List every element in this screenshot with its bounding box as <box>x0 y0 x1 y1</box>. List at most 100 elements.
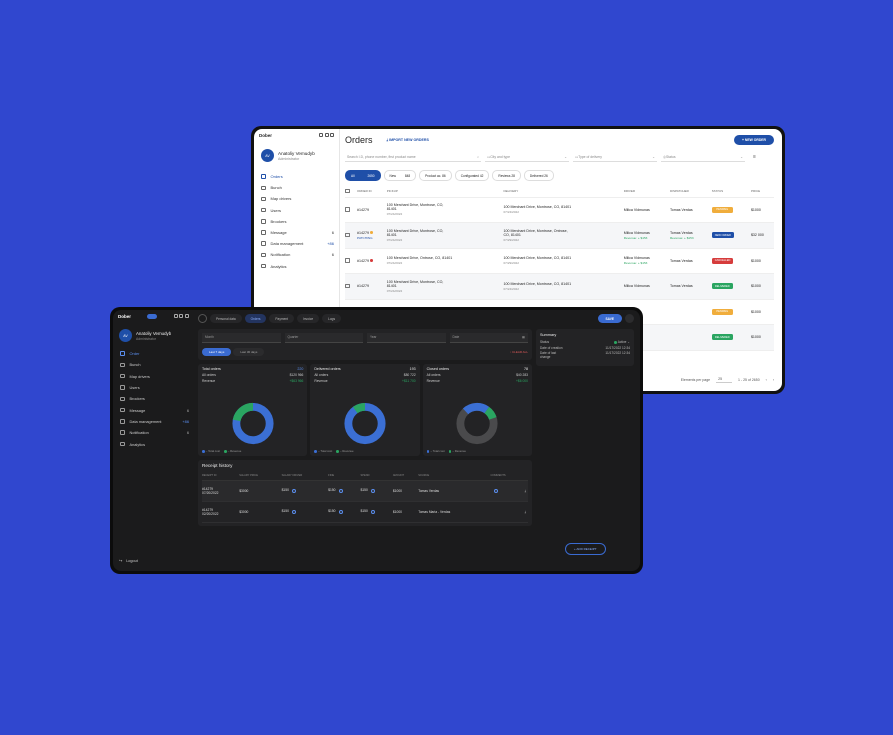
year-select[interactable]: Year <box>367 333 446 343</box>
status-badge: PENDING <box>711 206 733 213</box>
tab-reviews[interactable]: Reviews 28 <box>492 170 521 181</box>
tab-invoice[interactable]: Invoice <box>297 314 320 323</box>
status-filter[interactable]: ◎ Status ⌄ <box>661 152 745 162</box>
select-all-checkbox[interactable] <box>345 188 350 193</box>
order-id[interactable]: #14279 <box>357 208 369 212</box>
sidebar-item-brookers[interactable]: Brookers <box>259 216 334 227</box>
briefcase-icon <box>120 396 125 402</box>
logout-button[interactable]: ↪ Logout <box>119 558 138 564</box>
salary-price: $3000 <box>239 501 282 523</box>
refresh-icon[interactable] <box>324 133 329 137</box>
period-last-30-days[interactable]: Last 30 days <box>233 348 265 356</box>
per-page-select[interactable]: 25 <box>716 376 733 383</box>
download-icon[interactable]: ⤓ <box>525 510 526 514</box>
chat-icon[interactable] <box>173 314 178 318</box>
sidebar-item-bunch[interactable]: Bunch <box>118 359 189 370</box>
page-title: Orders <box>345 135 373 145</box>
status-tabs: All 2650 New 848 Product ac. 86 Configur… <box>345 170 774 181</box>
sidebar-item-analytics[interactable]: Analytics <box>259 261 334 272</box>
sidebar-item-brockers[interactable]: Brockers <box>118 393 189 404</box>
city-filter[interactable]: ▭ City and type ⌄ <box>485 152 569 162</box>
table-row[interactable]: #14279 07/20/2022 $3000 $150 $150 $150 $1000 To… <box>202 480 528 502</box>
info-icon[interactable] <box>338 488 343 493</box>
sidebar-item-message[interactable]: Message 6 <box>259 227 334 238</box>
sidebar-item-message[interactable]: Message 6 <box>118 404 189 415</box>
month-select[interactable]: Month <box>202 333 281 343</box>
sidebar-item-notification[interactable]: Notification 6 <box>118 427 189 438</box>
download-icon[interactable]: ⤓ <box>525 489 526 493</box>
clear-all-button[interactable]: ▫ CLEAR ALL <box>510 350 528 354</box>
period-last-7-days[interactable]: Last 7 days <box>202 348 232 356</box>
row-checkbox[interactable] <box>345 283 350 288</box>
light-user-card[interactable]: AV Anatoliy Vemudyb Administrator <box>261 149 334 162</box>
chevron-left-icon[interactable]: ‹ <box>766 378 767 382</box>
info-icon[interactable] <box>370 488 375 493</box>
row-checkbox[interactable] <box>345 258 350 263</box>
summary-status-row: Status Active ⌄ <box>540 340 630 344</box>
table-row[interactable]: #14279 100 Merchant Drive, Ontrose, CO, … <box>345 248 774 274</box>
avatar: AV <box>119 329 132 342</box>
driver-revenue: Revenue: + $153 <box>623 261 648 266</box>
sidebar-item-map-drivers[interactable]: Map drivers <box>259 193 334 204</box>
user-role: Administrator <box>278 156 300 161</box>
info-icon[interactable] <box>370 509 375 514</box>
tab-orders[interactable]: Orders <box>244 314 267 323</box>
sidebar-item-orders[interactable]: Orders <box>259 171 334 182</box>
sidebar-item-analytics[interactable]: Analytics <box>118 438 189 449</box>
order-id[interactable]: #14279 <box>357 231 369 235</box>
table-row[interactable]: #14279 100 Merchant Drive, Montrose, CO, … <box>345 197 774 223</box>
comment-icon[interactable] <box>493 488 498 493</box>
add-receipt-button[interactable]: + ADD RECEIPT <box>565 543 606 555</box>
tab-logs[interactable]: Logs <box>322 314 342 323</box>
refresh-icon[interactable] <box>179 314 184 318</box>
sidebar-item-users[interactable]: Users <box>118 382 189 393</box>
more-icon[interactable] <box>625 314 634 323</box>
bell-icon <box>261 252 266 258</box>
receipt-column-header: SOURCE <box>418 471 491 481</box>
new-order-button[interactable]: + NEW ORDER <box>733 135 774 145</box>
sidebar-item-bunch[interactable]: Bunch <box>259 182 334 193</box>
save-button[interactable]: SAVE <box>597 314 622 323</box>
dark-user-card[interactable]: AV Anatoliy Vemudyb Administrator <box>119 329 189 342</box>
date-input[interactable]: Date ▦ <box>449 333 528 343</box>
chevron-right-icon[interactable]: › <box>773 378 774 382</box>
delivery-filter[interactable]: ▭ Type of delivery ⌄ <box>573 152 657 162</box>
chat-icon[interactable] <box>319 133 323 137</box>
info-icon[interactable] <box>291 488 296 493</box>
gear-icon[interactable] <box>330 133 334 137</box>
sidebar-item-map-drivers[interactable]: Map drivers <box>118 371 189 382</box>
tab-delivered[interactable]: Delivered 26 <box>523 170 554 181</box>
search-input[interactable]: Search I.D, phone number, first product … <box>345 152 481 162</box>
info-icon[interactable] <box>338 509 343 514</box>
table-row[interactable]: #14279 PATCHING 100 Merchant Drive, Montr… <box>345 222 774 249</box>
tab-personal-data[interactable]: Personal data <box>210 314 242 323</box>
tab-payment[interactable]: Payment <box>269 314 295 323</box>
gear-icon[interactable] <box>184 314 189 318</box>
table-row[interactable]: #14279 100 Merchant Drive, Montrose, CO, … <box>345 273 774 300</box>
sidebar-item-users[interactable]: Users <box>259 205 334 216</box>
sidebar-item-notification[interactable]: Notification 6 <box>259 249 334 260</box>
filter-icon[interactable]: ≡ <box>753 154 756 160</box>
import-orders-button[interactable]: ⤓ IMPORT NEW ORDERS <box>387 138 429 142</box>
sidebar-item-data-management[interactable]: Data management +86 <box>118 416 189 427</box>
row-checkbox[interactable] <box>345 232 350 237</box>
quarter-select[interactable]: Quarter <box>284 333 363 343</box>
tab-product[interactable]: Product ac. 86 <box>419 170 452 181</box>
chart-icon <box>120 441 125 447</box>
order-detail-dark-device: Dober AV Anatoliy Vemudyb Administrator … <box>110 307 643 574</box>
table-row[interactable]: #14279 02/20/2022 $3000 $150 $150 $150 $1000 To… <box>202 501 528 523</box>
order-id[interactable]: #14279 <box>357 284 369 288</box>
sidebar-item-order[interactable]: Order <box>118 348 189 359</box>
sidebar-item-data-management[interactable]: Data management +86 <box>259 238 334 249</box>
tab-configurated[interactable]: Configurated 42 <box>454 170 490 181</box>
order-id[interactable]: #14279 <box>357 259 369 263</box>
stat-revenue-value: +$6 000 <box>515 379 528 383</box>
tab-all[interactable]: All 2650 <box>345 170 381 181</box>
tab-new[interactable]: New 848 <box>383 170 417 181</box>
back-button[interactable] <box>198 314 207 323</box>
order-flag: PATCHING <box>357 235 373 240</box>
status-select[interactable]: Active ⌄ <box>613 340 630 344</box>
row-checkbox[interactable] <box>345 207 350 212</box>
theme-toggle[interactable] <box>146 314 157 319</box>
info-icon[interactable] <box>291 509 296 514</box>
